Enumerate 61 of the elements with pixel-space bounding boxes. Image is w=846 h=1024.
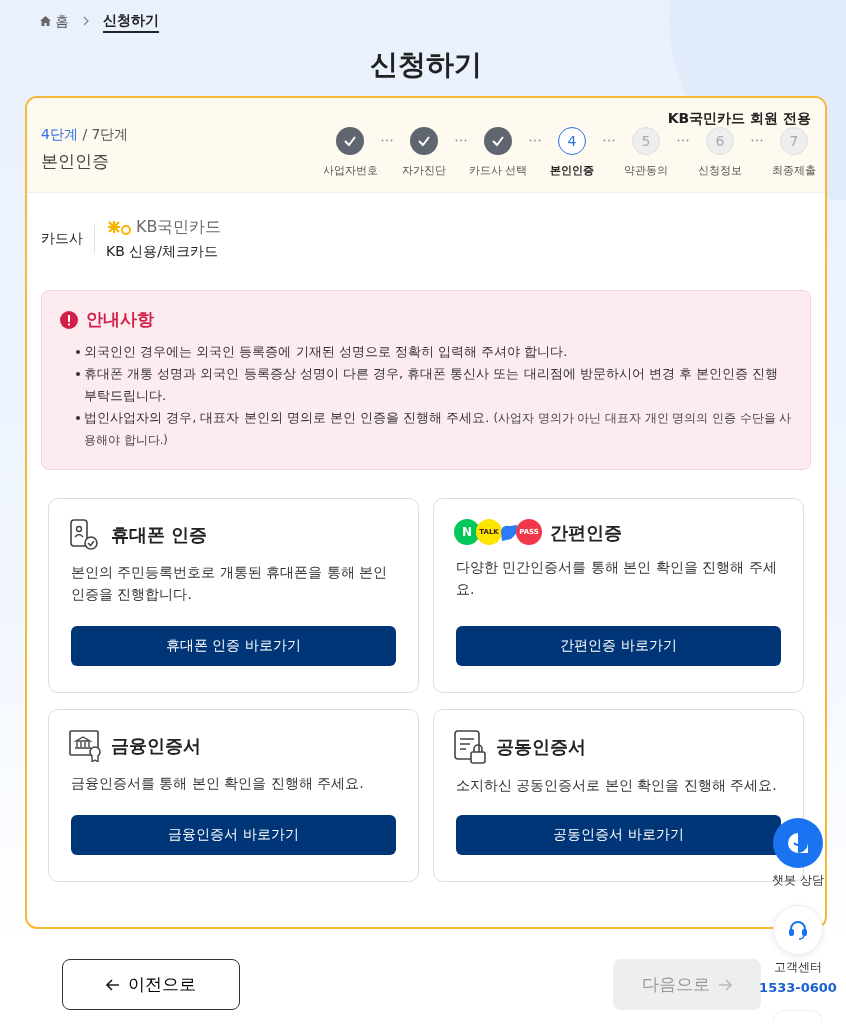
method-description: 소지하신 공동인증서로 본인 확인을 진행해 주세요. [456,775,778,795]
notice-text: 휴대폰 개통 성명과 외국인 등록증상 성명이 다른 경우, 휴대폰 통신사 또는 대리점에 방문하시어 변경 후 본인인증 진행 부탁드립니다. [84,364,780,405]
method-button[interactable]: 간편인증 바로가기 [456,625,781,666]
bullet-icon [76,349,80,354]
method-button[interactable]: 휴대폰 인증 바로가기 [71,625,396,666]
home-icon [40,16,51,26]
method-description: 금융인증서를 통해 본인 확인을 진행해 주세요. [71,773,365,793]
step-name: 본인인증 [41,150,110,173]
step-label: 약관동의 [624,163,668,179]
home-link[interactable]: 홈 [40,10,69,32]
step-marker: 6 [706,127,734,155]
step-connector [455,139,467,142]
step-connector [381,139,393,142]
bullet-icon [76,371,80,376]
chatbot-label: 챗봇 상담 [771,872,825,889]
notice-text: 법인사업자의 경우, 대표자 본인의 명의로 본인 인증을 진행해 주세요. (사업자 명의가 아닌 대표자 개인 명의의 인증 수단을 사용해야 합니다.) [84,408,792,449]
method-title: 간편인증 [550,520,622,545]
current-step-count: 4단계 [41,126,78,142]
card-name: KB 신용/체크카드 [106,242,219,261]
step-connector [603,139,615,142]
step-label: 최종제출 [772,163,816,179]
total-step-count: / 7단계 [82,126,129,142]
method-title: 금융인증서 [111,734,201,758]
page-title: 신청하기 [369,47,483,83]
step-connector [529,139,541,142]
chevron-right-icon [83,16,89,26]
step-marker: 7 [780,127,808,155]
method-button[interactable]: 금융인증서 바로가기 [71,814,396,855]
document-lock-icon [454,729,488,764]
star-icon [106,218,132,236]
phone-number: 1533-0600 [758,979,838,997]
method-description: 다양한 민간인증서를 통해 본인 확인을 진행해 주세요. [456,557,778,599]
step-label: 본인인증 [550,163,594,179]
method-title: 공동인증서 [496,735,586,759]
method-title: 휴대폰 인증 [111,523,208,547]
breadcrumb-current: 신청하기 [103,9,159,33]
arrow-right-icon [718,978,732,991]
bank-certificate-icon [69,729,103,762]
notice-title: 안내사항 [86,308,154,331]
headset-icon [787,919,809,941]
logo-badge: N [454,519,480,545]
step-marker: 5 [632,127,660,155]
step-marker: 4 [558,127,586,155]
phone-check-icon [69,518,99,551]
step-label: 신청정보 [698,163,742,179]
step-connector [677,139,689,142]
method-description: 본인의 주민등록번호로 개통된 휴대폰을 통해 본인 인증을 진행합니다. [71,562,389,604]
notice-text: 외국인인 경우에는 외국인 등록증에 기재된 성명으로 정확히 입력해 주셔야 합니다. [84,342,569,361]
kb-logo: KB국민카드 [106,215,222,239]
method-button[interactable]: 공동인증서 바로가기 [456,814,781,855]
member-note: KB국민카드 회원 전용 [667,109,811,128]
card-company-label: 카드사 [41,229,83,248]
step-label: 자가진단 [402,163,446,179]
alert-icon [60,310,78,329]
step-label: 카드사 선택 [468,163,528,179]
previous-button[interactable]: 이전으로 [62,959,240,1010]
step-connector [751,139,763,142]
customer-center-label: 고객센터 [773,959,823,976]
step-label: 사업자번호 [322,163,378,179]
arrow-left-icon [106,978,120,991]
bullet-icon [76,415,80,420]
